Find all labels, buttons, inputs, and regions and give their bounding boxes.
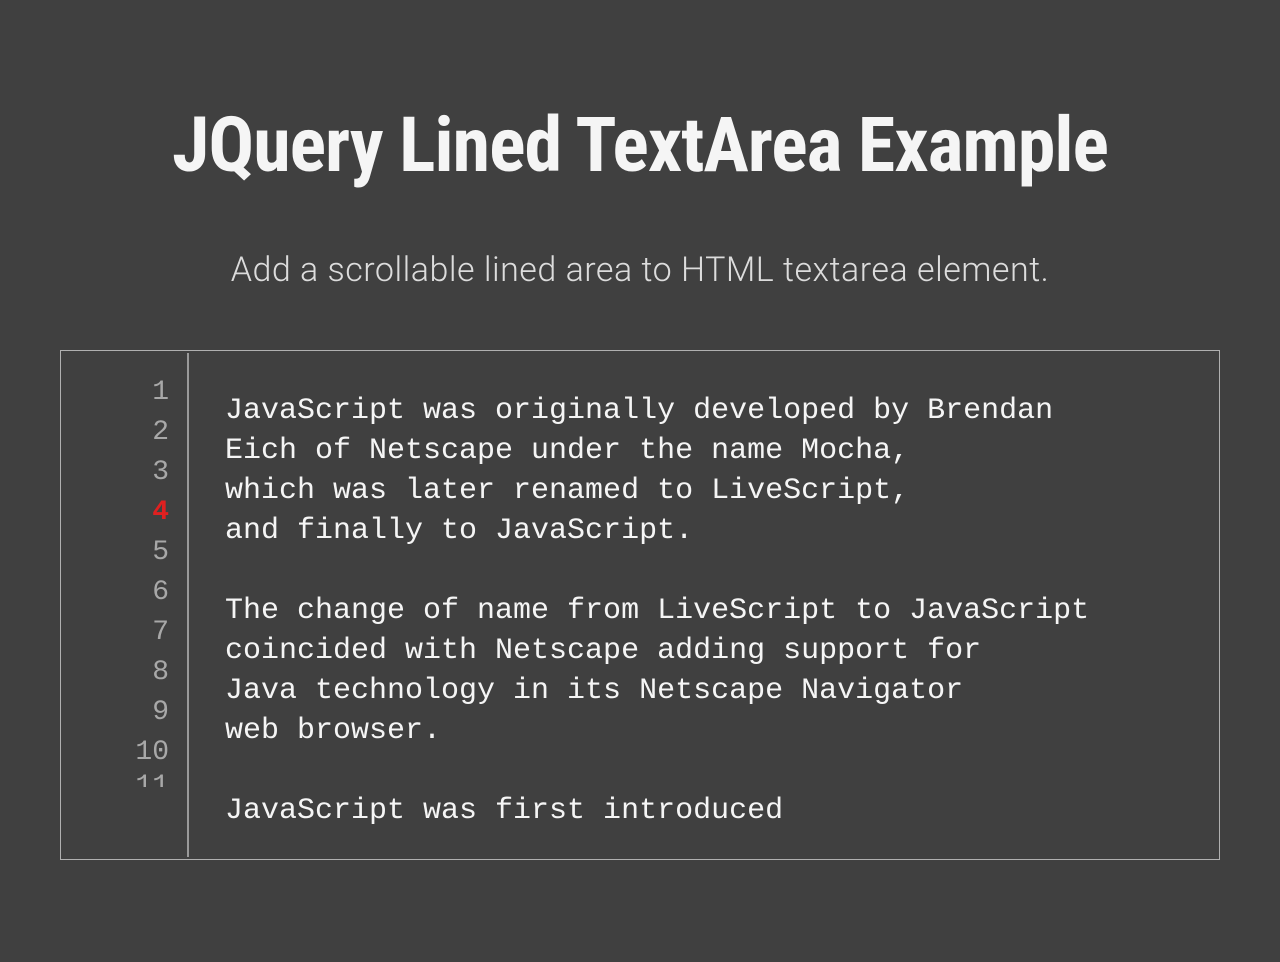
line-number: 7 (152, 613, 187, 653)
lined-textarea-wrapper: 1234567891011 JavaScript was originally … (60, 350, 1220, 860)
line-number: 2 (152, 413, 187, 453)
line-number: 3 (152, 453, 187, 493)
line-number: 11 (135, 767, 187, 787)
page-container: JQuery Lined TextArea Example Add a scro… (0, 0, 1280, 860)
page-subtitle: Add a scrollable lined area to HTML text… (231, 250, 1050, 290)
line-number: 1 (152, 373, 187, 413)
line-number: 4 (152, 493, 187, 533)
line-number: 6 (152, 573, 187, 613)
line-number: 8 (152, 653, 187, 693)
line-number-gutter: 1234567891011 (61, 353, 189, 857)
page-title: JQuery Lined TextArea Example (172, 100, 1108, 190)
textarea-input[interactable]: JavaScript was originally developed by B… (189, 351, 1219, 859)
line-number: 5 (152, 533, 187, 573)
line-number: 9 (152, 693, 187, 733)
